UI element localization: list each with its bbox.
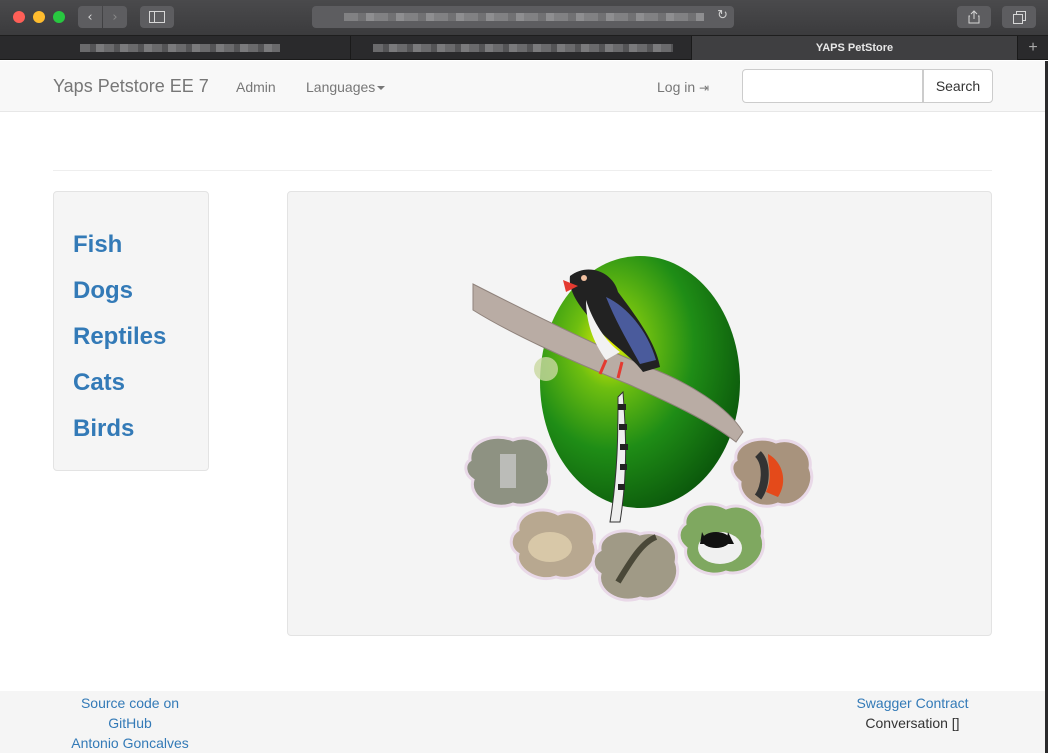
close-window-button[interactable] [13,11,25,23]
address-bar[interactable]: ↻ [312,6,734,28]
reload-icon[interactable]: ↻ [717,8,728,23]
sidebar-icon [149,11,165,23]
nav-login-link[interactable]: Log in ⇥ [657,79,709,95]
zoom-window-button[interactable] [53,11,65,23]
address-text-redacted [344,13,704,21]
petstore-splash-image [464,256,814,602]
browser-titlebar: ‹ › ↻ [0,0,1048,36]
category-link-dogs[interactable]: Dogs [73,277,133,304]
minimize-window-button[interactable] [33,11,45,23]
nav-admin-link[interactable]: Admin [236,79,276,95]
chevron-right-icon: › [112,9,118,25]
swagger-contract-link[interactable]: Swagger Contract [840,693,985,713]
active-tab-title: YAPS PetStore [815,42,894,54]
author-link[interactable]: Antonio Goncalves [60,733,200,753]
nav-languages-dropdown[interactable]: Languages [306,79,386,95]
search-input[interactable] [742,69,923,103]
browser-tab[interactable] [351,36,692,60]
category-item: Reptiles [73,322,166,368]
footer-right: Swagger Contract Conversation [] [840,693,985,733]
share-button[interactable] [957,6,991,28]
footer: Source code on GitHub Antonio Goncalves … [0,691,1045,753]
nav-languages-label: Languages [306,79,376,95]
browser-tab[interactable] [0,36,351,60]
back-button[interactable]: ‹ [78,6,102,28]
conversation-status: Conversation [] [865,715,960,731]
category-item: Dogs [73,276,166,322]
footer-left: Source code on GitHub Antonio Goncalves [60,693,200,753]
hero-panel [287,191,992,636]
log-in-icon: ⇥ [699,81,710,95]
forward-button[interactable]: › [103,6,127,28]
new-tab-button[interactable]: + [1018,36,1048,59]
pet-bubble-bird [730,437,814,508]
browser-tab-active[interactable]: YAPS PetStore [692,36,1018,60]
category-item: Birds [73,414,166,460]
show-tabs-button[interactable] [1002,6,1036,28]
pet-bubble-dog [509,508,598,581]
tabs-icon [1012,10,1026,24]
category-link-cats[interactable]: Cats [73,369,125,396]
tab-title-redacted [80,44,280,52]
category-panel: Fish Dogs Reptiles Cats Birds [53,191,209,471]
chevron-left-icon: ‹ [87,9,93,25]
github-source-link-line2[interactable]: GitHub [60,713,200,733]
navbar-brand[interactable]: Yaps Petstore EE 7 [53,76,209,97]
github-source-link[interactable]: Source code on [60,693,200,713]
category-item: Fish [73,230,166,276]
browser-tab-strip: YAPS PetStore + [0,36,1048,60]
category-link-reptiles[interactable]: Reptiles [73,323,166,350]
pet-bubble-reptile [464,435,552,508]
pet-bubble-cat [677,502,766,576]
category-list: Fish Dogs Reptiles Cats Birds [73,230,166,460]
tab-title-redacted [373,44,673,52]
plus-icon: + [1028,38,1038,56]
category-item: Cats [73,368,166,414]
caret-down-icon [377,86,386,91]
search-button[interactable]: Search [923,69,993,103]
category-link-fish[interactable]: Fish [73,231,122,258]
pet-bubble-fish [591,529,680,602]
divider [53,170,992,171]
share-icon [968,10,980,24]
category-link-birds[interactable]: Birds [73,415,134,442]
navbar: Yaps Petstore EE 7 Admin Languages Log i… [0,61,1045,112]
nav-login-label: Log in [657,79,696,95]
sidebar-toggle-button[interactable] [140,6,174,28]
